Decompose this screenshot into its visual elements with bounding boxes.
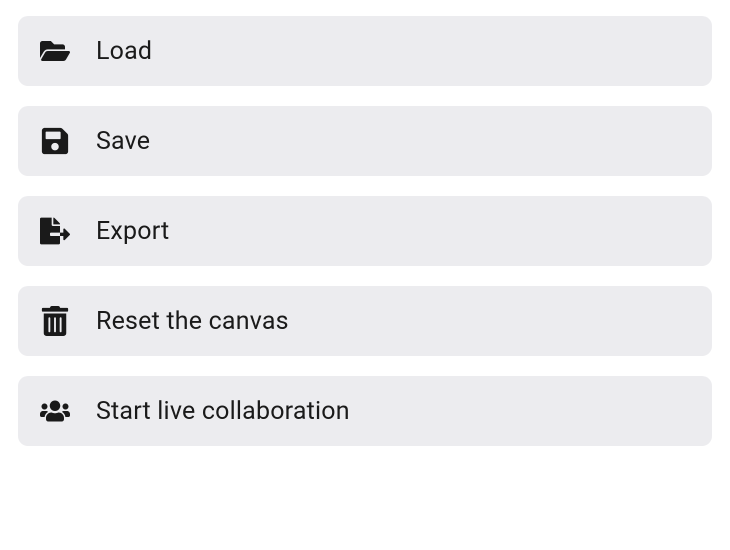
export-button[interactable]: Export xyxy=(18,196,712,266)
save-button[interactable]: Save xyxy=(18,106,712,176)
menu-item-label: Start live collaboration xyxy=(96,397,350,426)
menu-item-label: Export xyxy=(96,217,169,246)
folder-open-icon xyxy=(40,36,70,66)
load-button[interactable]: Load xyxy=(18,16,712,86)
trash-icon xyxy=(40,306,70,336)
export-icon xyxy=(40,216,70,246)
collaborate-button[interactable]: Start live collaboration xyxy=(18,376,712,446)
users-icon xyxy=(40,396,70,426)
menu-list: Load Save Export Reset the canvas Start … xyxy=(18,16,712,446)
menu-item-label: Save xyxy=(96,127,150,156)
menu-item-label: Reset the canvas xyxy=(96,307,289,336)
reset-button[interactable]: Reset the canvas xyxy=(18,286,712,356)
menu-item-label: Load xyxy=(96,37,152,66)
save-icon xyxy=(40,126,70,156)
